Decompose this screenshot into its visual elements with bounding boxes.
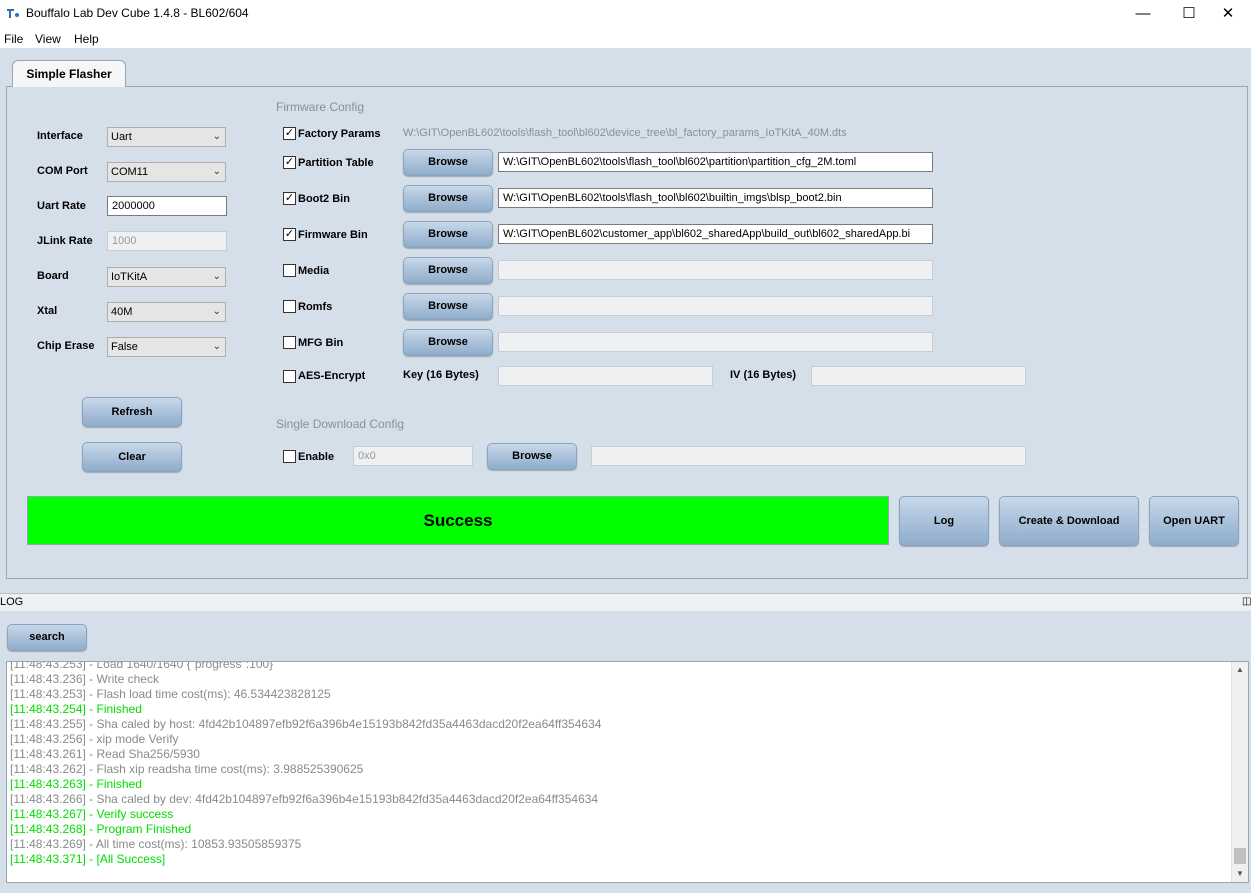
log-line: [11:48:43.253] - Load 1640/1640 {"progre…	[10, 661, 274, 671]
refresh-button[interactable]: Refresh	[82, 397, 182, 427]
log-button[interactable]: Log	[899, 496, 989, 546]
log-line: [11:48:43.266] - Sha caled by dev: 4fd42…	[10, 792, 599, 806]
board-label: Board	[37, 270, 69, 282]
tab-simple-flasher[interactable]: Simple Flasher	[12, 60, 126, 87]
log-title: LOG	[0, 596, 24, 608]
interface-select[interactable]: Uart ⌄	[107, 127, 226, 147]
romfs-checkbox[interactable]	[283, 300, 296, 313]
log-line: [11:48:43.371] - [All Success]	[10, 852, 166, 866]
clear-button[interactable]: Clear	[82, 442, 182, 472]
chevron-down-icon: ⌄	[212, 166, 221, 177]
firmware-bin-label: Firmware Bin	[298, 229, 368, 241]
xtal-label: Xtal	[37, 305, 58, 317]
firmware-bin-path-input[interactable]: W:\GIT\OpenBL602\customer_app\bl602_shar…	[498, 224, 933, 244]
media-browse-button[interactable]: Browse	[403, 257, 493, 284]
log-header	[0, 593, 1251, 611]
log-line: [11:48:43.236] - Write check	[10, 672, 159, 686]
mfg-bin-browse-button[interactable]: Browse	[403, 329, 493, 356]
single-download-browse-button[interactable]: Browse	[487, 443, 577, 470]
scroll-up-icon[interactable]: ▲	[1232, 662, 1248, 678]
factory-params-checkbox[interactable]: ✓	[283, 127, 296, 140]
chevron-down-icon: ⌄	[212, 271, 221, 282]
restore-icon[interactable]: ◫	[1242, 596, 1251, 607]
uart-rate-label: Uart Rate	[37, 200, 86, 212]
interface-label: Interface	[37, 130, 83, 142]
jlink-rate-label: JLink Rate	[37, 235, 93, 247]
xtal-select[interactable]: 40M ⌄	[107, 302, 226, 322]
log-scrollbar[interactable]: ▲ ▼	[1231, 662, 1248, 882]
firmware-config-title: Firmware Config	[276, 100, 365, 114]
aes-iv-label: IV (16 Bytes)	[730, 369, 797, 381]
media-checkbox[interactable]	[283, 264, 296, 277]
chevron-down-icon: ⌄	[212, 341, 221, 352]
romfs-path-input[interactable]	[498, 296, 933, 316]
boot2-bin-checkbox[interactable]: ✓	[283, 192, 296, 205]
log-line: [11:48:43.262] - Flash xip readsha time …	[10, 762, 364, 776]
partition-table-path-input[interactable]: W:\GIT\OpenBL602\tools\flash_tool\bl602\…	[498, 152, 933, 172]
factory-params-label: Factory Params	[298, 128, 381, 140]
jlink-rate-input[interactable]: 1000	[107, 231, 227, 251]
menu-bar	[0, 28, 1251, 48]
firmware-bin-checkbox[interactable]: ✓	[283, 228, 296, 241]
partition-table-label: Partition Table	[298, 157, 374, 169]
mfg-bin-checkbox[interactable]	[283, 336, 296, 349]
log-output[interactable]: [11:48:43.253] - Load 1640/1640 {"progre…	[6, 661, 1249, 883]
app-icon	[7, 9, 19, 18]
log-line: [11:48:43.261] - Read Sha256/5930	[10, 747, 200, 761]
partition-table-browse-button[interactable]: Browse	[403, 149, 493, 176]
scroll-down-icon[interactable]: ▼	[1232, 866, 1248, 882]
chip-erase-select[interactable]: False ⌄	[107, 337, 226, 357]
chip-erase-label: Chip Erase	[37, 340, 95, 352]
scroll-thumb[interactable]	[1234, 848, 1246, 864]
log-line: [11:48:43.254] - Finished	[10, 702, 142, 716]
single-download-title: Single Download Config	[276, 417, 405, 431]
boot2-bin-browse-button[interactable]: Browse	[403, 185, 493, 212]
log-line: [11:48:43.268] - Program Finished	[10, 822, 192, 836]
status-bar: Success	[27, 496, 889, 545]
firmware-bin-browse-button[interactable]: Browse	[403, 221, 493, 248]
menu-view[interactable]: View	[35, 32, 61, 46]
uart-rate-input[interactable]: 2000000	[107, 196, 227, 216]
enable-label: Enable	[298, 451, 335, 463]
boot2-bin-path-input[interactable]: W:\GIT\OpenBL602\tools\flash_tool\bl602\…	[498, 188, 933, 208]
log-line: [11:48:43.253] - Flash load time cost(ms…	[10, 687, 331, 701]
aes-encrypt-label: AES-Encrypt	[298, 370, 366, 382]
log-line: [11:48:43.263] - Finished	[10, 777, 142, 791]
chevron-down-icon: ⌄	[212, 306, 221, 317]
log-line: [11:48:43.267] - Verify success	[10, 807, 174, 821]
create-download-button[interactable]: Create & Download	[999, 496, 1139, 546]
aes-key-label: Key (16 Bytes)	[403, 369, 479, 381]
log-line: [11:48:43.256] - xip mode Verify	[10, 732, 179, 746]
romfs-label: Romfs	[298, 301, 333, 313]
aes-key-input[interactable]	[498, 366, 713, 386]
log-line: [11:48:43.255] - Sha caled by host: 4fd4…	[10, 717, 602, 731]
open-uart-button[interactable]: Open UART	[1149, 496, 1239, 546]
mfg-bin-label: MFG Bin	[298, 337, 344, 349]
mfg-bin-path-input[interactable]	[498, 332, 933, 352]
search-button[interactable]: search	[7, 624, 87, 651]
partition-table-checkbox[interactable]: ✓	[283, 156, 296, 169]
window-title: Bouffalo Lab Dev Cube 1.4.8 - BL602/604	[26, 6, 249, 20]
log-lines: [11:48:43.253] - Load 1640/1640 {"progre…	[10, 661, 602, 867]
aes-iv-input[interactable]	[811, 366, 1026, 386]
single-download-path-input[interactable]	[591, 446, 1026, 466]
close-button[interactable]: ✕	[1205, 0, 1251, 28]
com-port-select[interactable]: COM11 ⌄	[107, 162, 226, 182]
board-select[interactable]: IoTKitA ⌄	[107, 267, 226, 287]
chevron-down-icon: ⌄	[212, 131, 221, 142]
factory-params-path: W:\GIT\OpenBL602\tools\flash_tool\bl602\…	[403, 127, 847, 139]
log-line: [11:48:43.269] - All time cost(ms): 1085…	[10, 837, 302, 851]
menu-file[interactable]: File	[4, 32, 23, 46]
menu-help[interactable]: Help	[74, 32, 99, 46]
enable-checkbox[interactable]	[283, 450, 296, 463]
minimize-button[interactable]: —	[1120, 0, 1166, 28]
com-port-label: COM Port	[37, 165, 88, 177]
media-label: Media	[298, 265, 330, 277]
address-input[interactable]: 0x0	[353, 446, 473, 466]
aes-encrypt-checkbox[interactable]	[283, 370, 296, 383]
romfs-browse-button[interactable]: Browse	[403, 293, 493, 320]
media-path-input[interactable]	[498, 260, 933, 280]
boot2-bin-label: Boot2 Bin	[298, 193, 350, 205]
